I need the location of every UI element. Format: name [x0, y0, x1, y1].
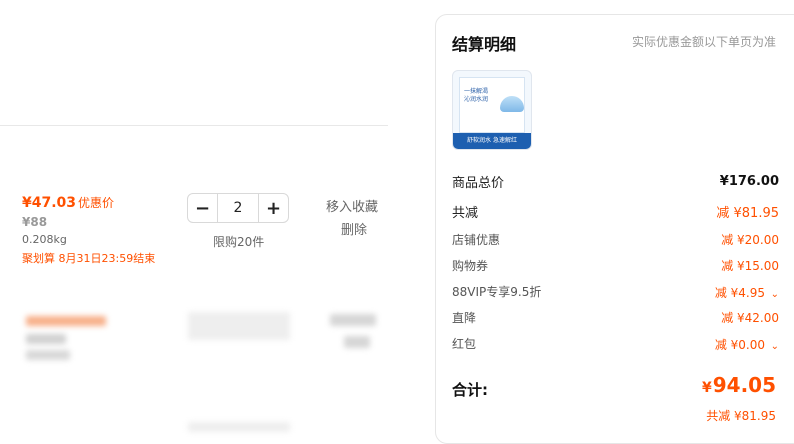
total-saved: 共减 ¥81.95: [706, 409, 776, 423]
row-value: 减 ¥20.00: [721, 232, 779, 247]
product-image: 一抹解渴 沁润水润: [459, 77, 525, 133]
blurred-item-text: [26, 334, 66, 344]
quantity-input[interactable]: [217, 194, 259, 222]
blurred-item-price: [26, 316, 106, 326]
summary-row-direct-discount: 直降 减 ¥42.00: [452, 307, 779, 327]
row-label: 商品总价: [452, 175, 505, 191]
chevron-down-icon[interactable]: ⌄: [765, 289, 779, 300]
total-currency: ¥: [701, 380, 712, 396]
panel-note: 实际优惠金额以下单页为准: [631, 35, 776, 49]
blurred-item-text: [26, 350, 70, 360]
row-label: 购物券: [452, 258, 489, 273]
total-value: 94.05: [712, 373, 776, 397]
total-amount: ¥94.05: [702, 373, 776, 397]
item-price-tag: 优惠价: [78, 196, 115, 210]
chevron-down-icon[interactable]: ⌄: [765, 341, 779, 352]
summary-row-store-discount: 店铺优惠 减 ¥20.00: [452, 229, 779, 249]
product-thumbnail[interactable]: 一抹解渴 沁润水润 舒软润水 急速解红: [452, 70, 532, 150]
item-price-value: ¥47.03: [22, 195, 77, 211]
summary-row-88vip[interactable]: 88VIP专享9.5折 减 ¥4.95 ⌄: [452, 281, 779, 301]
item-weight: 0.208kg: [22, 233, 67, 246]
summary-row-coupon: 购物券 减 ¥15.00: [452, 255, 779, 275]
plus-icon: +: [265, 197, 282, 219]
summary-row-total-discount: 共减 减 ¥81.95: [452, 201, 779, 221]
quantity-stepper: − +: [187, 193, 289, 223]
row-value: 减 ¥15.00: [721, 258, 779, 273]
blurred-quantity-stepper: [188, 312, 290, 340]
item-promo: 聚划算 8月31日23:59结束: [22, 252, 156, 265]
row-value: 减 ¥0.00: [714, 337, 765, 352]
item-original-price: ¥88: [22, 215, 48, 229]
settlement-panel: 结算明细 实际优惠金额以下单页为准 一抹解渴 沁润水润 舒软润水 急速解红 商品…: [435, 14, 794, 444]
decrease-button[interactable]: −: [188, 194, 217, 222]
row-value: 减 ¥81.95: [716, 205, 779, 221]
item-price: ¥47.03 优惠价: [22, 194, 114, 211]
row-label: 直降: [452, 310, 477, 325]
minus-icon: −: [194, 197, 211, 219]
product-band: 舒软润水 急速解红: [453, 133, 531, 149]
product-caption: 一抹解渴 沁润水润: [464, 88, 489, 103]
row-value: 减 ¥42.00: [721, 310, 779, 325]
panel-title: 结算明细: [452, 35, 517, 54]
summary-row-total-price: 商品总价 ¥176.00: [452, 171, 779, 191]
row-value: 减 ¥4.95: [714, 285, 765, 300]
move-to-favorites-link[interactable]: 移入收藏: [326, 196, 378, 215]
row-label: 88VIP专享9.5折: [452, 284, 542, 299]
cart-list: ¥47.03 优惠价 ¥88 0.208kg 聚划算 8月31日23:59结束 −…: [0, 0, 400, 432]
total-label: 合计:: [452, 381, 488, 399]
summary-row-red-packet[interactable]: 红包 减 ¥0.00 ⌄: [452, 333, 779, 353]
increase-button[interactable]: +: [259, 194, 288, 222]
delete-link[interactable]: 删除: [341, 219, 367, 238]
cart-divider: [0, 125, 388, 126]
row-label: 店铺优惠: [452, 232, 501, 247]
row-label: 共减: [452, 205, 479, 221]
row-value: ¥176.00: [719, 173, 779, 189]
blurred-quantity-stepper: [188, 422, 290, 432]
product-jar: [500, 96, 524, 112]
purchase-limit: 限购20件: [213, 235, 265, 249]
row-label: 红包: [452, 336, 477, 351]
blurred-actions: [330, 314, 376, 326]
blurred-actions: [344, 336, 370, 348]
